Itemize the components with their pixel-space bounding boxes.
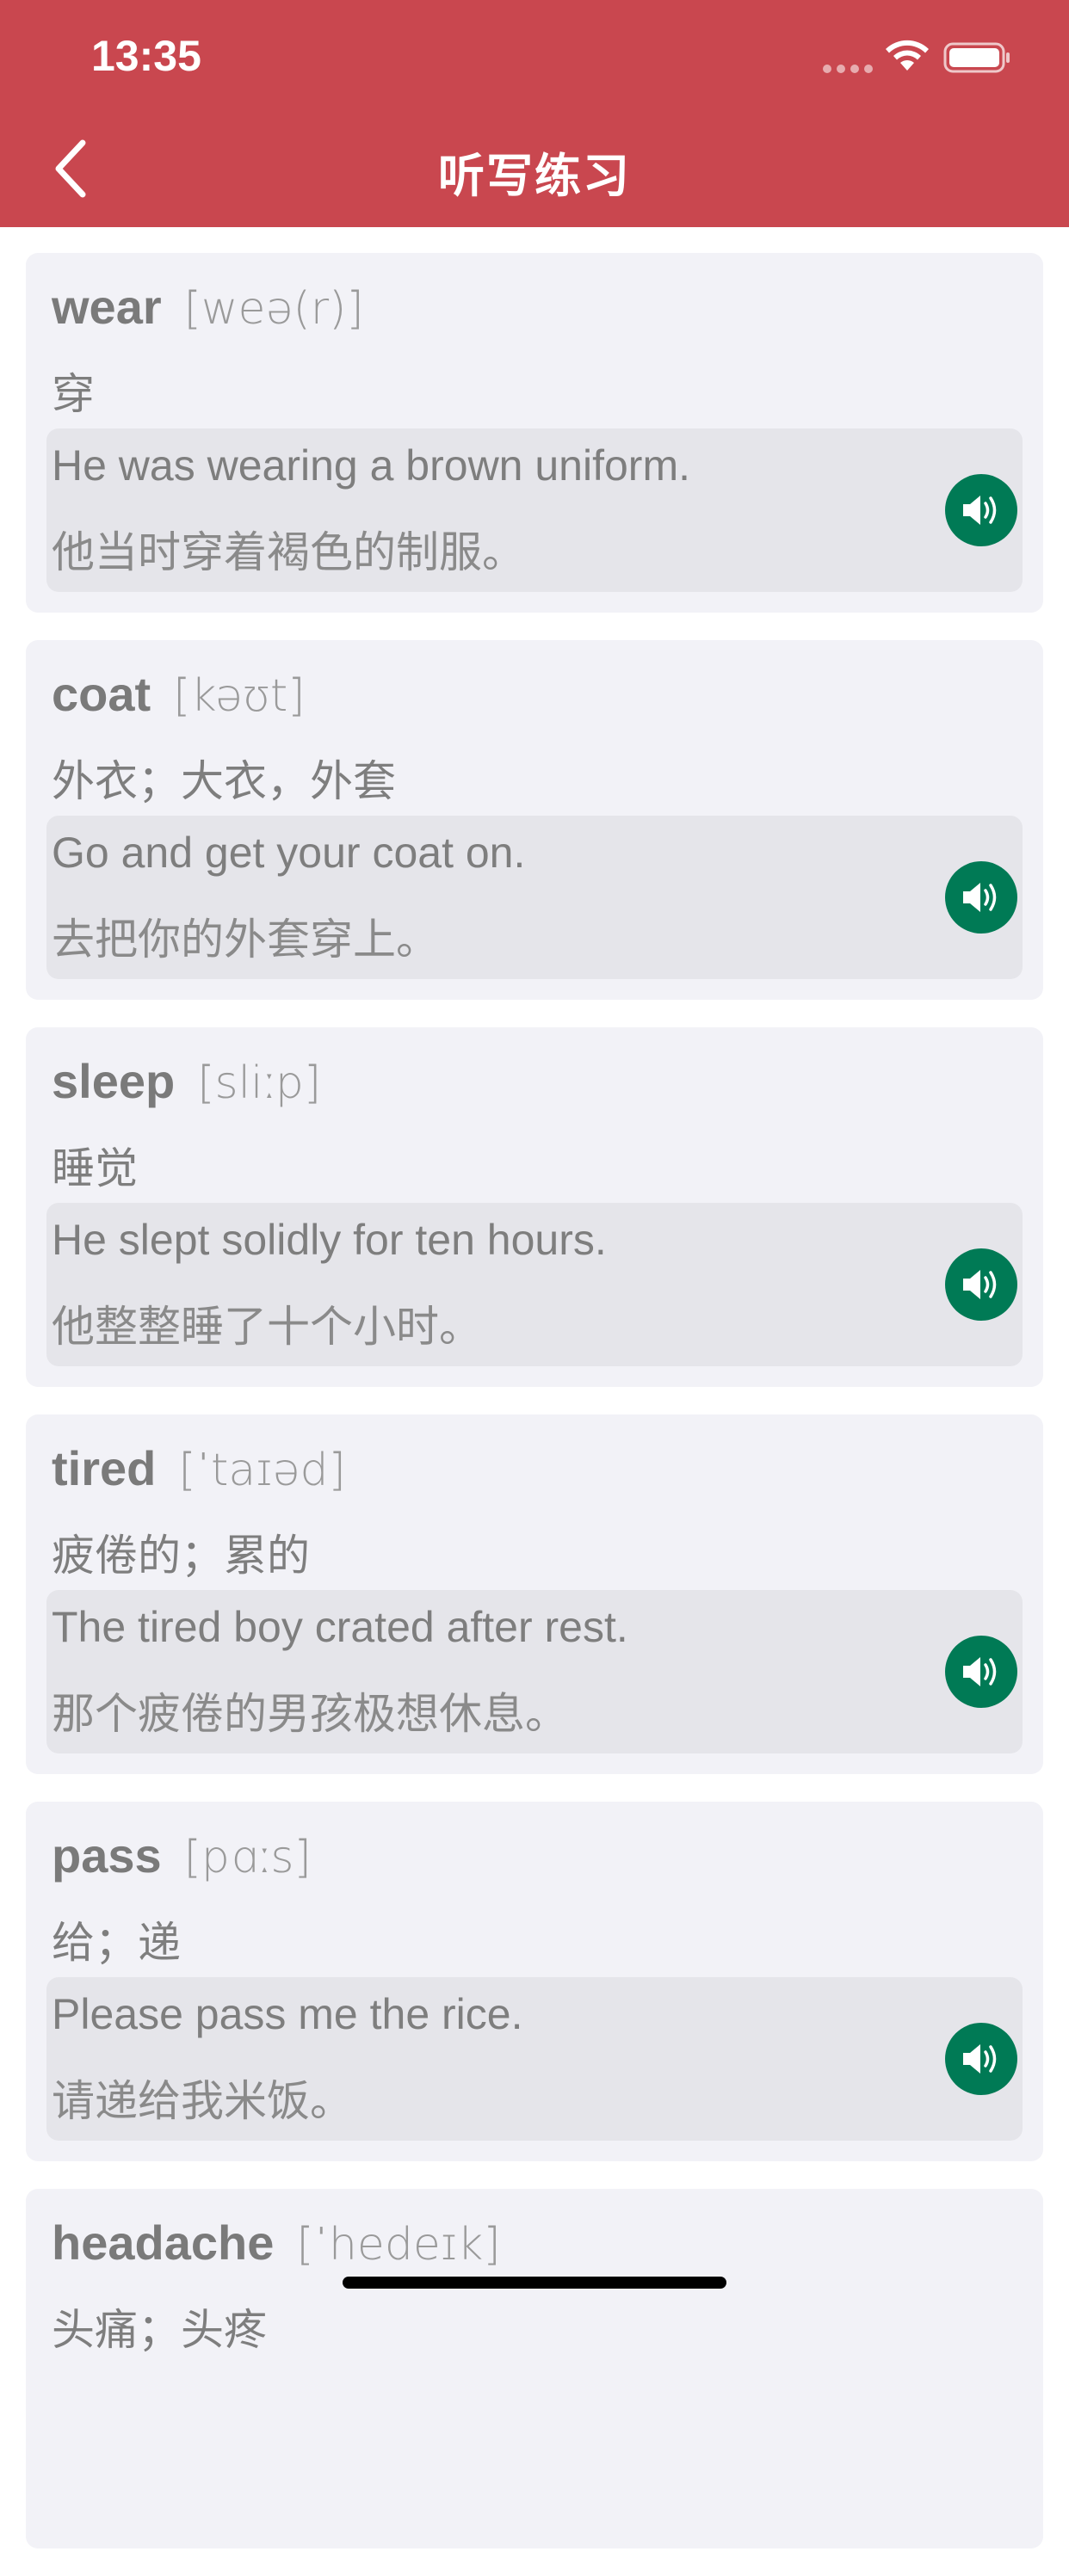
word-card[interactable]: sleep [sliːp] 睡觉 He slept solidly for ten… <box>26 1027 1043 1387</box>
word-card[interactable]: pass [pɑːs] 给；递 Please pass me the rice. … <box>26 1802 1043 2161</box>
word-text: wear <box>52 280 162 334</box>
speaker-button[interactable] <box>945 861 1017 934</box>
phonetic-text: [ˈhedeɪk] <box>296 2219 501 2271</box>
example-english: The tired boy crated after rest. <box>52 1603 628 1651</box>
word-text: pass <box>52 1828 162 1883</box>
word-text: coat <box>52 667 151 721</box>
word-card[interactable]: wear [weə(r)] 穿 He was wearing a brown un… <box>26 253 1043 613</box>
word-list: wear [weə(r)] 穿 He was wearing a brown un… <box>26 253 1043 2576</box>
word-meaning: 外衣；大衣，外套 <box>52 756 396 806</box>
word-meaning: 疲倦的；累的 <box>52 1531 310 1581</box>
phonetic-text: [sliːp] <box>197 1057 322 1109</box>
example-english: Go and get your coat on. <box>52 829 526 877</box>
word-card[interactable]: headache [ˈhedeɪk] 头痛；头疼 <box>26 2189 1043 2548</box>
example-chinese: 他当时穿着褐色的制服。 <box>52 527 525 577</box>
example-box: The tired boy crated after rest. 那个疲倦的男孩… <box>46 1590 1023 1753</box>
example-english: He was wearing a brown uniform. <box>52 441 690 490</box>
word-text: sleep <box>52 1054 176 1108</box>
speaker-button[interactable] <box>945 2023 1017 2095</box>
phonetic-text: [weə(r)] <box>183 283 364 335</box>
word-card[interactable]: coat [kəʊt] 外衣；大衣，外套 Go and get your coat… <box>26 640 1043 1000</box>
example-chinese: 去把你的外套穿上。 <box>52 915 439 964</box>
signal-dots-icon <box>823 65 873 73</box>
example-english: Please pass me the rice. <box>52 1990 523 2038</box>
navigation-header: 13:35 听写练习 <box>0 0 1069 227</box>
example-chinese: 那个疲倦的男孩极想休息。 <box>52 1689 568 1739</box>
word-text: headache <box>52 2215 275 2270</box>
example-box: He was wearing a brown uniform. 他当时穿着褐色的… <box>46 428 1023 592</box>
example-chinese: 他整整睡了十个小时。 <box>52 1302 482 1352</box>
wifi-icon <box>886 40 929 71</box>
example-box: Go and get your coat on. 去把你的外套穿上。 <box>46 816 1023 979</box>
example-english: He slept solidly for ten hours. <box>52 1216 607 1264</box>
example-chinese: 请递给我米饭。 <box>52 2076 353 2126</box>
speaker-icon <box>963 496 997 525</box>
word-text: tired <box>52 1441 157 1495</box>
example-box: He slept solidly for ten hours. 他整整睡了十个小… <box>46 1203 1023 1366</box>
speaker-button[interactable] <box>945 1636 1017 1708</box>
page-title: 听写练习 <box>438 149 631 203</box>
example-box: Please pass me the rice. 请递给我米饭。 <box>46 1977 1023 2141</box>
word-meaning: 穿 <box>52 369 95 419</box>
speaker-button[interactable] <box>945 474 1017 546</box>
word-meaning: 给；递 <box>52 1918 181 1968</box>
speaker-icon <box>963 1270 997 1299</box>
status-time: 13:35 <box>91 32 201 80</box>
speaker-button[interactable] <box>945 1248 1017 1321</box>
word-meaning: 睡觉 <box>52 1143 138 1193</box>
word-meaning: 头痛；头疼 <box>52 2305 267 2355</box>
home-indicator <box>343 2277 726 2289</box>
speaker-icon <box>963 1657 997 1686</box>
speaker-icon <box>963 2044 997 2074</box>
phonetic-text: [kəʊt] <box>173 670 306 722</box>
battery-icon <box>943 42 1010 73</box>
speaker-icon <box>963 883 997 912</box>
phonetic-text: [ˈtaɪəd] <box>178 1445 346 1496</box>
phonetic-text: [pɑːs] <box>183 1832 312 1883</box>
word-card[interactable]: tired [ˈtaɪəd] 疲倦的；累的 The tired boy crate… <box>26 1414 1043 1774</box>
